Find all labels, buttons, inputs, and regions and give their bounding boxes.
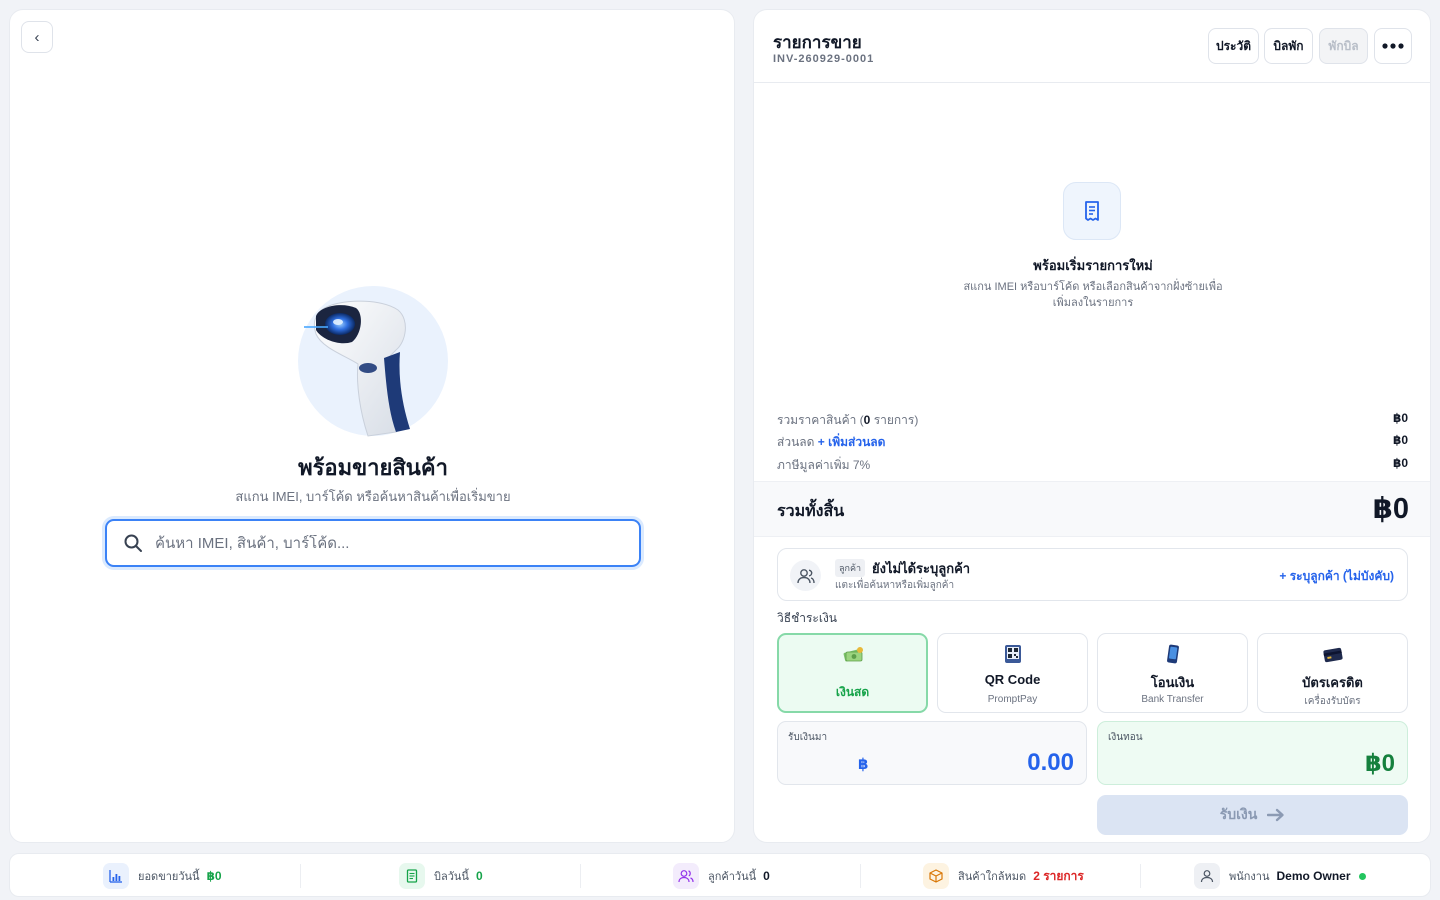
online-status-dot bbox=[1358, 872, 1366, 880]
search-icon bbox=[124, 534, 142, 552]
add-discount-link[interactable]: + เพิ่มส่วนลด bbox=[818, 435, 886, 449]
low-stock-label: สินค้าใกล้หมด bbox=[958, 871, 1027, 883]
held-bills-button[interactable]: บิลพัก bbox=[1264, 28, 1313, 64]
discount-label: ส่วนลด bbox=[777, 435, 815, 449]
hold-bill-button[interactable]: พักบิล bbox=[1319, 28, 1368, 64]
discount-label-group: ส่วนลด + เพิ่มส่วนลด bbox=[777, 433, 885, 452]
baht-symbol: ฿ bbox=[858, 756, 869, 773]
change-value: ฿0 bbox=[1364, 750, 1395, 777]
discount-row: ส่วนลด + เพิ่มส่วนลด ฿0 bbox=[777, 433, 1408, 452]
payment-card-sub: เครื่องรับบัตร bbox=[1304, 696, 1361, 707]
user-icon bbox=[1200, 870, 1214, 883]
payment-qr-sub: PromptPay bbox=[987, 694, 1038, 705]
customer-hint: แตะเพื่อค้นหาหรือเพิ่มลูกค้า bbox=[835, 580, 955, 591]
search-input[interactable] bbox=[155, 534, 635, 552]
received-amount-field[interactable]: รับเงินมา ฿ 0.00 bbox=[777, 721, 1087, 785]
search-field[interactable] bbox=[105, 519, 641, 567]
vat-label: ภาษีมูลค่าเพิ่ม 7% bbox=[777, 458, 871, 472]
low-stock-stat[interactable]: สินค้าใกล้หมด 2 รายการ bbox=[923, 854, 1084, 898]
change-label: เงินทอน bbox=[1108, 732, 1143, 743]
grand-total-label: รวมทั้งสิ้น bbox=[777, 503, 845, 520]
more-button[interactable] bbox=[1374, 28, 1412, 64]
empty-cart-badge bbox=[1063, 182, 1121, 240]
staff-stat: พนักงาน Demo Owner bbox=[1194, 854, 1366, 898]
mobile-phone-icon bbox=[1166, 644, 1179, 664]
status-bar: ยอดขายวันนี้ ฿0 บิลวันนี้ 0 ลูกค้าวันนี้ bbox=[9, 853, 1431, 897]
barcode-scanner-illustration bbox=[298, 286, 448, 437]
receive-payment-label: รับเงิน bbox=[1219, 806, 1258, 822]
ready-title: พร้อมขายสินค้า bbox=[298, 455, 448, 480]
subtotal-value: ฿0 bbox=[1392, 411, 1408, 425]
bar-chart-icon bbox=[109, 870, 122, 883]
received-label: รับเงินมา bbox=[788, 732, 828, 743]
chevron-left-icon: ‹ bbox=[34, 28, 40, 46]
payment-transfer-label: โอนเงิน bbox=[1150, 675, 1195, 690]
history-button[interactable]: ประวัติ bbox=[1208, 28, 1259, 64]
sale-title: รายการขาย bbox=[773, 33, 862, 52]
customers-today-value: 0 bbox=[763, 869, 770, 883]
qr-code-icon bbox=[1004, 645, 1021, 663]
subtotal-row: รวมราคาสินค้า (0 รายการ) ฿0 bbox=[777, 411, 1408, 430]
received-value[interactable]: 0.00 bbox=[1027, 749, 1074, 777]
payment-transfer-sub: Bank Transfer bbox=[1141, 694, 1204, 705]
customer-avatar bbox=[790, 560, 821, 591]
sales-today-stat: ยอดขายวันนี้ ฿0 bbox=[103, 854, 222, 898]
change-amount: เงินทอน ฿0 bbox=[1097, 721, 1408, 785]
grand-total: รวมทั้งสิ้น ฿0 bbox=[754, 481, 1430, 537]
vat-row: ภาษีมูลค่าเพิ่ม 7% ฿0 bbox=[777, 456, 1408, 475]
payment-cash[interactable]: เงินสด bbox=[777, 633, 928, 713]
grand-total-value: ฿0 bbox=[1372, 493, 1409, 525]
box-icon bbox=[929, 869, 943, 883]
sales-today-label: ยอดขายวันนี้ bbox=[138, 871, 200, 883]
bills-today-label: บิลวันนี้ bbox=[434, 871, 469, 883]
receipt-icon bbox=[1085, 201, 1099, 221]
payment-credit-card[interactable]: บัตรเครดิต เครื่องรับบัตร bbox=[1257, 633, 1408, 713]
payment-qr-label: QR Code bbox=[984, 672, 1041, 687]
sale-header: รายการขาย INV-260929-0001 ประวัติ บิลพัก… bbox=[754, 10, 1430, 83]
customer-selector[interactable]: ลูกค้า ยังไม่ได้ระบุลูกค้า แตะเพื่อค้นหา… bbox=[777, 548, 1408, 601]
payment-card-label: บัตรเครดิต bbox=[1302, 675, 1363, 690]
arrow-right-icon bbox=[1267, 808, 1284, 822]
empty-state-subtitle: สแกน IMEI หรือบาร์โค้ด หรือเลือกสินค้าจา… bbox=[963, 281, 1223, 309]
ready-subtitle: สแกน IMEI, บาร์โค้ด หรือค้นหาสินค้าเพื่อ… bbox=[235, 489, 511, 504]
invoice-number: INV-260929-0001 bbox=[773, 53, 875, 65]
select-customer-link[interactable]: + ระบุลูกค้า (ไม่บังคับ) bbox=[1279, 567, 1394, 586]
empty-state-title: พร้อมเริ่มรายการใหม่ bbox=[1033, 258, 1153, 273]
customers-today-stat: ลูกค้าวันนี้ 0 bbox=[673, 854, 770, 898]
receive-payment-button[interactable]: รับเงิน bbox=[1097, 795, 1408, 835]
divider bbox=[580, 864, 581, 888]
bill-icon bbox=[406, 869, 418, 883]
scanner-icon bbox=[304, 300, 410, 437]
sale-panel: รายการขาย INV-260929-0001 ประวัติ บิลพัก… bbox=[753, 9, 1431, 843]
discount-value: ฿0 bbox=[1392, 433, 1408, 447]
bills-today-value: 0 bbox=[475, 869, 483, 883]
users-icon bbox=[678, 870, 694, 883]
customers-today-label: ลูกค้าวันนี้ bbox=[708, 871, 757, 883]
staff-name: Demo Owner bbox=[1276, 869, 1351, 883]
sales-today-value: ฿0 bbox=[206, 869, 222, 883]
low-stock-value: 2 รายการ bbox=[1033, 868, 1084, 883]
product-search-panel: ‹ พร้อมขายสินค้า สแกน IMEI, บาร์โค้ด หรื… bbox=[9, 9, 735, 843]
payment-qr[interactable]: QR Code PromptPay bbox=[937, 633, 1088, 713]
subtotal-label: รวมราคาสินค้า (0 รายการ) bbox=[777, 413, 919, 427]
cash-icon bbox=[843, 647, 863, 662]
bills-today-stat: บิลวันนี้ 0 bbox=[399, 854, 483, 898]
customer-tag: ลูกค้า bbox=[835, 559, 866, 577]
divider bbox=[860, 864, 861, 888]
users-icon bbox=[796, 568, 815, 583]
staff-label: พนักงาน bbox=[1229, 871, 1270, 883]
payment-transfer[interactable]: โอนเงิน Bank Transfer bbox=[1097, 633, 1248, 713]
divider bbox=[1140, 864, 1141, 888]
vat-value: ฿0 bbox=[1392, 456, 1408, 470]
customer-name: ยังไม่ได้ระบุลูกค้า bbox=[872, 561, 971, 576]
payment-method-label: วิธีชำระเงิน bbox=[777, 611, 837, 625]
credit-card-icon bbox=[1322, 647, 1343, 663]
back-button[interactable]: ‹ bbox=[21, 21, 53, 53]
more-horizontal-icon bbox=[1382, 43, 1404, 49]
payment-cash-label: เงินสด bbox=[835, 685, 870, 699]
divider bbox=[300, 864, 301, 888]
